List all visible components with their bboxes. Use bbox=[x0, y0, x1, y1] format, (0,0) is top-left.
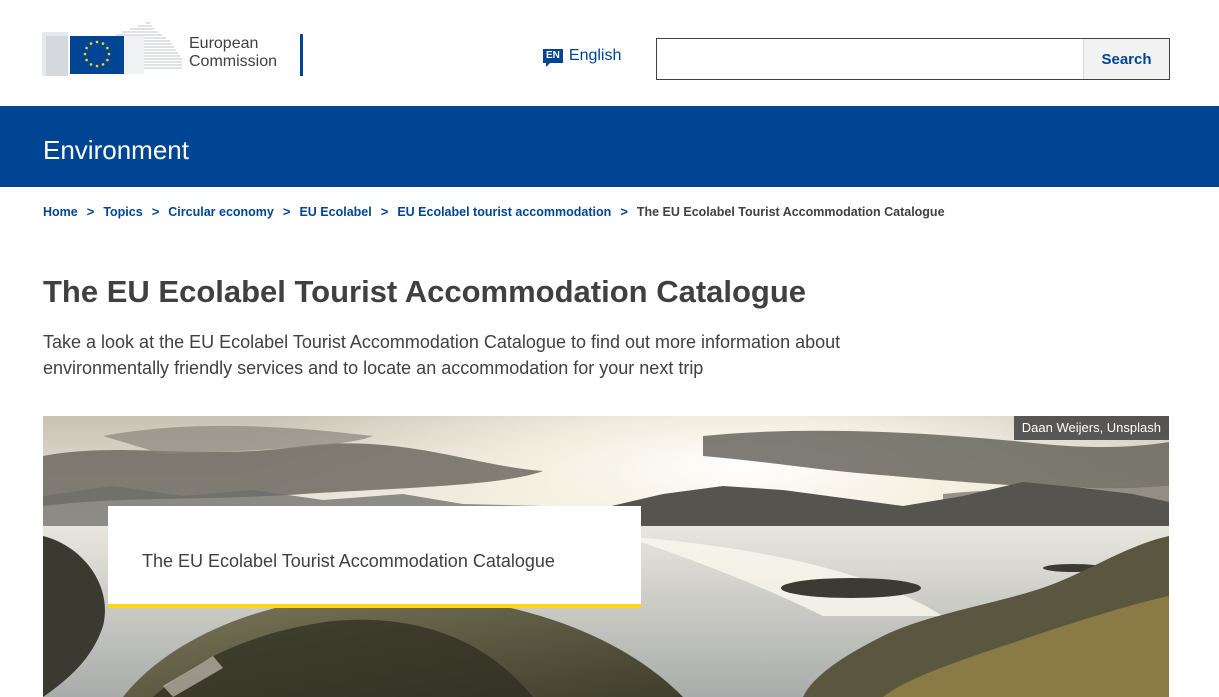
language-icon: EN bbox=[543, 49, 563, 67]
language-label: English bbox=[568, 47, 622, 64]
site-name[interactable]: Environment bbox=[43, 135, 189, 165]
search-form: Search bbox=[656, 38, 1170, 80]
breadcrumb-separator: > bbox=[86, 204, 95, 219]
breadcrumb-eu-ecolabel[interactable]: EU Ecolabel bbox=[299, 205, 371, 219]
search-input[interactable] bbox=[657, 39, 1083, 79]
logo-divider bbox=[300, 34, 303, 76]
banner-card-title: The EU Ecolabel Tourist Accommodation Ca… bbox=[142, 551, 555, 571]
logo-line-1: European bbox=[189, 35, 259, 52]
banner-card[interactable]: The EU Ecolabel Tourist Accommodation Ca… bbox=[108, 506, 641, 608]
breadcrumb-separator: > bbox=[151, 204, 160, 219]
breadcrumb-separator: > bbox=[282, 204, 291, 219]
breadcrumb-tourist-accommodation[interactable]: EU Ecolabel tourist accommodation bbox=[397, 205, 611, 219]
logo-text: European Commission bbox=[189, 35, 277, 71]
breadcrumb-current: The EU Ecolabel Tourist Accommodation Ca… bbox=[636, 204, 945, 219]
logo-line-2: Commission bbox=[189, 53, 278, 70]
photo-credit: Daan Weijers, Unsplash bbox=[1013, 416, 1169, 440]
breadcrumb-separator: > bbox=[380, 204, 389, 219]
page-intro: Take a look at the EU Ecolabel Tourist A… bbox=[43, 332, 841, 378]
ec-building-icon bbox=[42, 22, 182, 76]
breadcrumb-separator: > bbox=[620, 204, 628, 219]
site-name-bar: Environment bbox=[0, 106, 1219, 187]
breadcrumb-home[interactable]: Home bbox=[43, 205, 78, 219]
european-commission-logo[interactable]: European Commission bbox=[42, 10, 312, 80]
language-selector[interactable]: EN English bbox=[543, 47, 622, 67]
site-header: European Commission EN English Search bbox=[0, 0, 1219, 106]
breadcrumb-topics[interactable]: Topics bbox=[103, 205, 142, 219]
breadcrumb: Home > Topics > Circular economy > EU Ec… bbox=[43, 204, 945, 219]
search-button[interactable]: Search bbox=[1083, 39, 1169, 79]
page-title: The EU Ecolabel Tourist Accommodation Ca… bbox=[43, 274, 807, 309]
breadcrumb-circular-economy[interactable]: Circular economy bbox=[168, 205, 274, 219]
hero-banner: Daan Weijers, Unsplash The EU Ecolabel T… bbox=[43, 416, 1169, 697]
